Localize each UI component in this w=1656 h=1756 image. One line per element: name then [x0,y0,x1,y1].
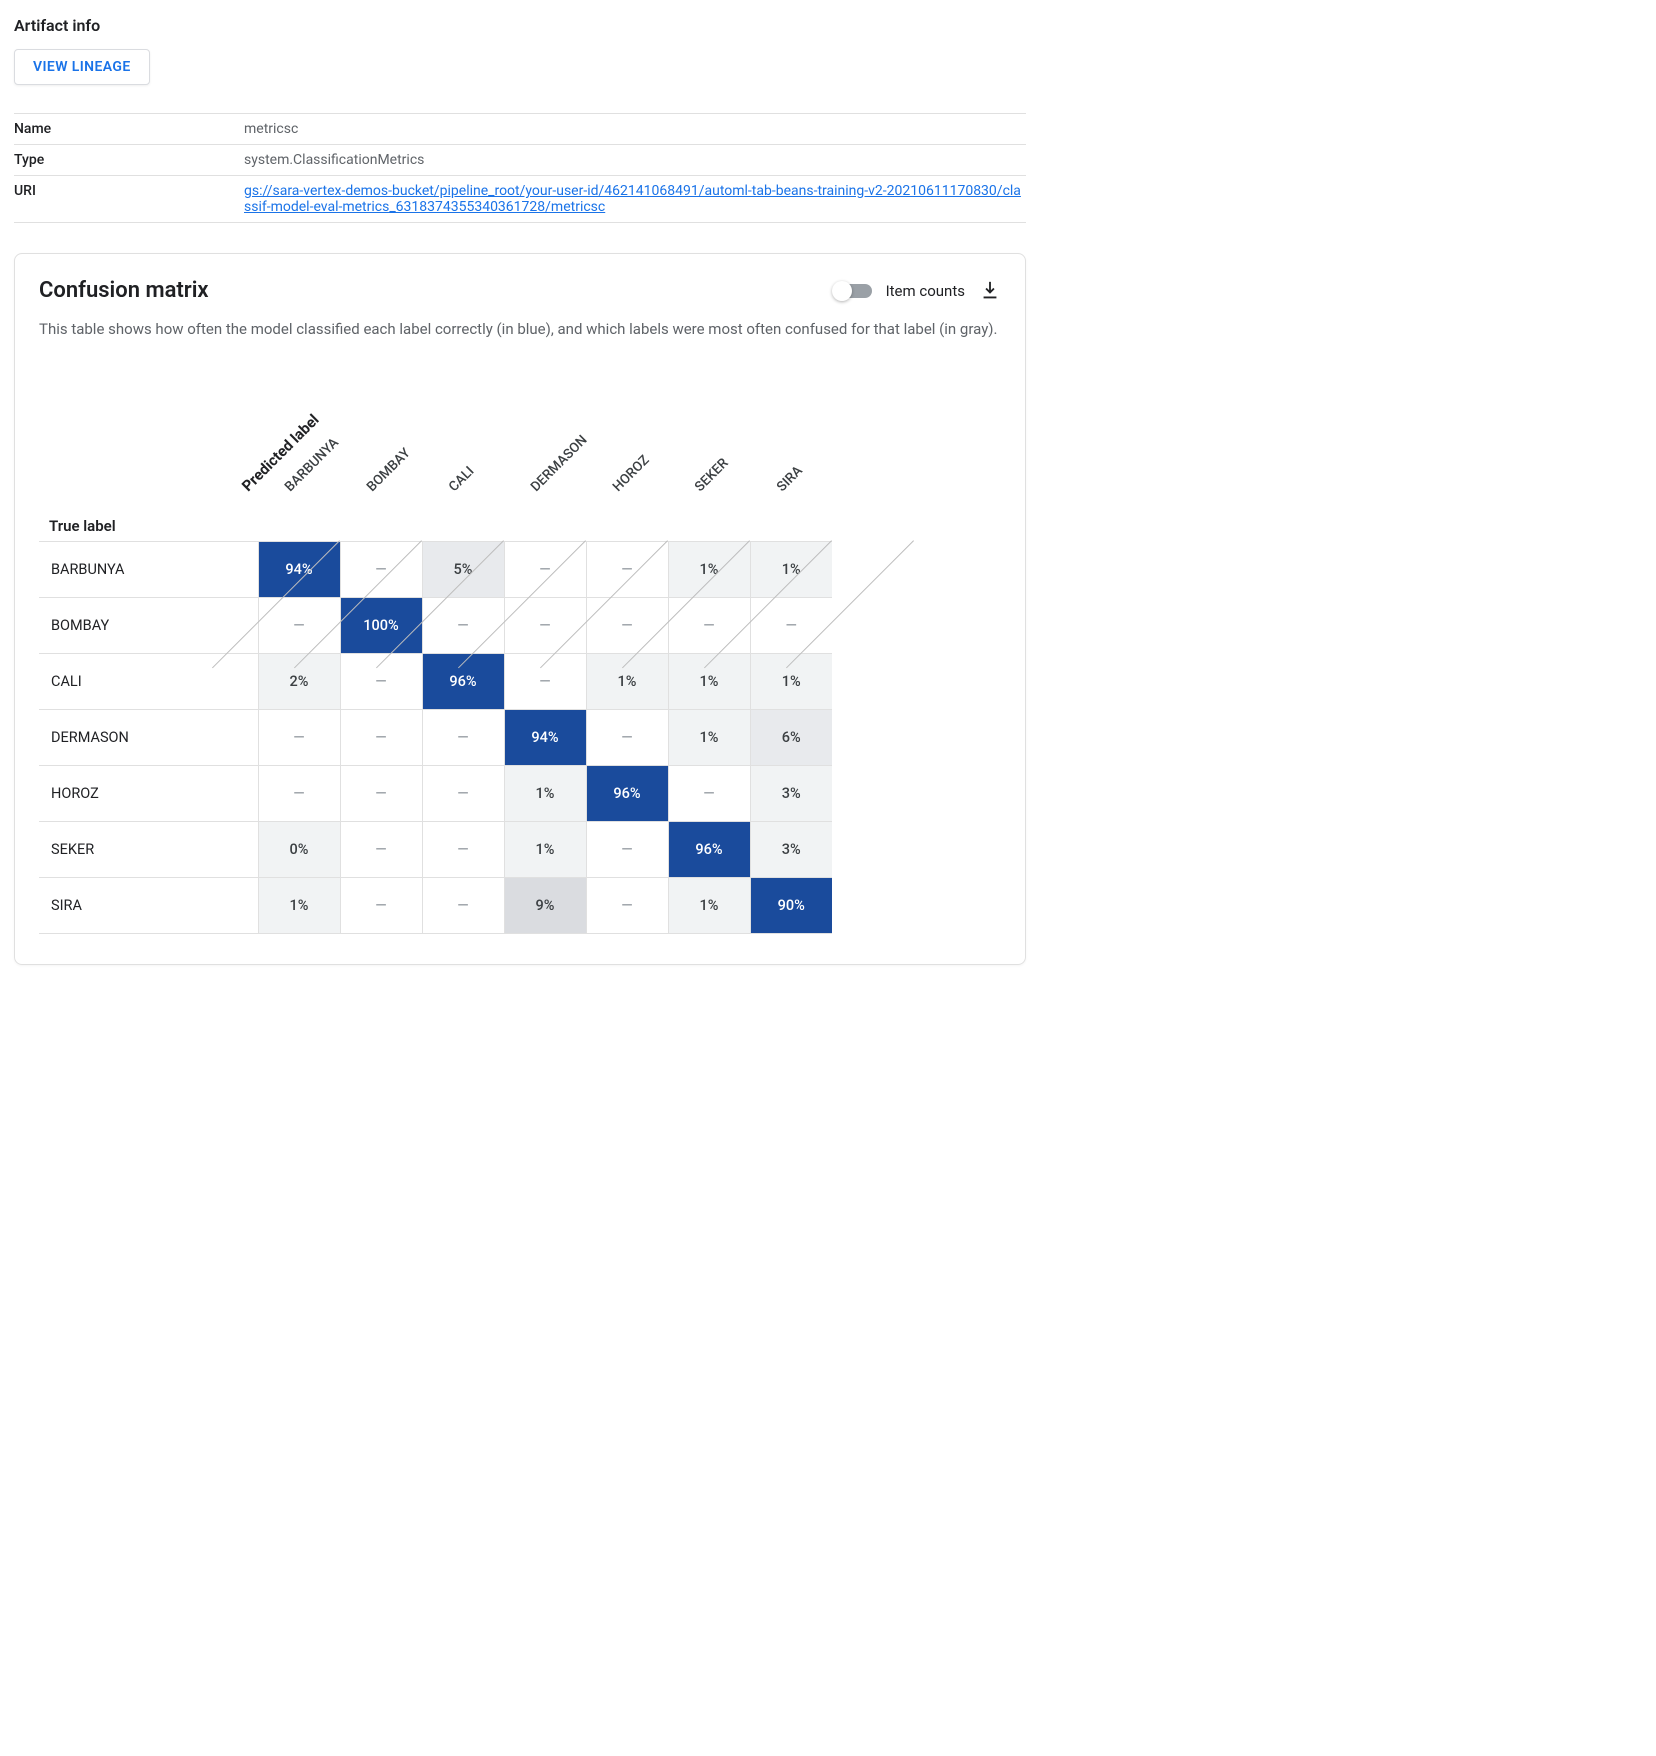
item-counts-toggle[interactable] [836,284,872,298]
matrix-cell: 1% [750,542,832,598]
matrix-cell: — [422,766,504,822]
true-label-row-header: CALI [39,654,258,710]
matrix-row: HOROZ———1%96%—3% [39,766,832,822]
matrix-cell: — [258,766,340,822]
info-uri-link[interactable]: gs://sara-vertex-demos-bucket/pipeline_r… [244,183,1021,215]
view-lineage-button[interactable]: VIEW LINEAGE [14,49,150,85]
matrix-cell: — [586,598,668,654]
matrix-row: DERMASON———94%—1%6% [39,710,832,766]
matrix-cell: — [422,878,504,934]
matrix-cell: — [340,878,422,934]
matrix-cell: — [422,710,504,766]
matrix-cell: 1% [504,822,586,878]
matrix-cell: — [668,598,750,654]
matrix-cell: 94% [504,710,586,766]
matrix-cell: — [504,598,586,654]
matrix-cell: 2% [258,654,340,710]
matrix-cell: — [586,542,668,598]
predicted-label-header: DERMASON [504,411,586,541]
matrix-cell: 90% [750,878,832,934]
info-row-name: Name metricsc [14,114,1026,145]
matrix-cell: — [504,654,586,710]
predicted-label-header: SIRA [750,411,832,541]
predicted-label-text: HOROZ [610,452,653,495]
matrix-cell: — [504,542,586,598]
matrix-cell: 94% [258,542,340,598]
matrix-cell: — [422,822,504,878]
item-counts-toggle-label: Item counts [886,282,965,300]
matrix-cell: 96% [668,822,750,878]
matrix-cell: 0% [258,822,340,878]
predicted-label-headers: Predicted label True label BARBUNYABOMBA… [39,411,1001,541]
matrix-cell: — [750,598,832,654]
predicted-label-header: HOROZ [586,411,668,541]
predicted-label-text: SEKER [692,455,732,495]
confusion-matrix-card: Confusion matrix Item counts This table … [14,253,1026,965]
artifact-info-heading: Artifact info [14,16,1026,35]
true-label-row-header: SEKER [39,822,258,878]
matrix-cell: — [340,766,422,822]
matrix-cell: 3% [750,766,832,822]
download-icon[interactable] [979,280,1001,302]
matrix-cell: 1% [668,542,750,598]
predicted-label-text: DERMASON [528,432,591,495]
info-name-value: metricsc [244,114,1026,145]
predicted-label-header: CALI [422,411,504,541]
matrix-cell: — [340,654,422,710]
matrix-cell: — [668,766,750,822]
matrix-cell: 96% [586,766,668,822]
matrix-cell: — [258,598,340,654]
matrix-row: SIRA1%——9%—1%90% [39,878,832,934]
matrix-cell: — [586,710,668,766]
info-name-label: Name [14,114,244,145]
true-label-row-header: HOROZ [39,766,258,822]
predicted-label-text: SIRA [774,463,806,495]
matrix-cell: 100% [340,598,422,654]
confusion-matrix-table: BARBUNYA94%—5%——1%1%BOMBAY—100%—————CALI… [39,541,832,934]
matrix-cell: — [258,710,340,766]
toggle-knob [832,281,852,301]
matrix-cell: 1% [668,654,750,710]
predicted-label-header: SEKER [668,411,750,541]
info-row-uri: URI gs://sara-vertex-demos-bucket/pipeli… [14,176,1026,223]
matrix-cell: — [422,598,504,654]
matrix-cell: — [340,542,422,598]
true-label-row-header: BOMBAY [39,598,258,654]
info-row-type: Type system.ClassificationMetrics [14,145,1026,176]
matrix-cell: — [586,878,668,934]
confusion-matrix-title: Confusion matrix [39,278,209,303]
matrix-row: BARBUNYA94%—5%——1%1% [39,542,832,598]
info-uri-label: URI [14,176,244,223]
matrix-row: CALI2%—96%—1%1%1% [39,654,832,710]
true-label-row-header: SIRA [39,878,258,934]
predicted-label-corner: Predicted label [238,411,322,495]
matrix-cell: 1% [258,878,340,934]
artifact-info-table: Name metricsc Type system.Classification… [14,113,1026,223]
info-type-value: system.ClassificationMetrics [244,145,1026,176]
true-label-row-header: DERMASON [39,710,258,766]
predicted-label-header: BOMBAY [340,411,422,541]
matrix-cell: 3% [750,822,832,878]
matrix-row: BOMBAY—100%————— [39,598,832,654]
predicted-label-text: BOMBAY [364,445,414,495]
matrix-cell: 96% [422,654,504,710]
matrix-cell: 9% [504,878,586,934]
matrix-row: SEKER0%——1%—96%3% [39,822,832,878]
true-label-corner: True label [49,517,116,535]
confusion-matrix-description: This table shows how often the model cla… [39,317,999,341]
matrix-cell: — [586,822,668,878]
matrix-cell: — [340,710,422,766]
matrix-cell: 1% [668,710,750,766]
predicted-label-text: CALI [446,463,478,495]
matrix-cell: 1% [586,654,668,710]
matrix-cell: 6% [750,710,832,766]
matrix-cell: 1% [668,878,750,934]
info-type-label: Type [14,145,244,176]
matrix-cell: 5% [422,542,504,598]
matrix-cell: 1% [504,766,586,822]
matrix-cell: — [340,822,422,878]
matrix-cell: 1% [750,654,832,710]
true-label-row-header: BARBUNYA [39,542,258,598]
